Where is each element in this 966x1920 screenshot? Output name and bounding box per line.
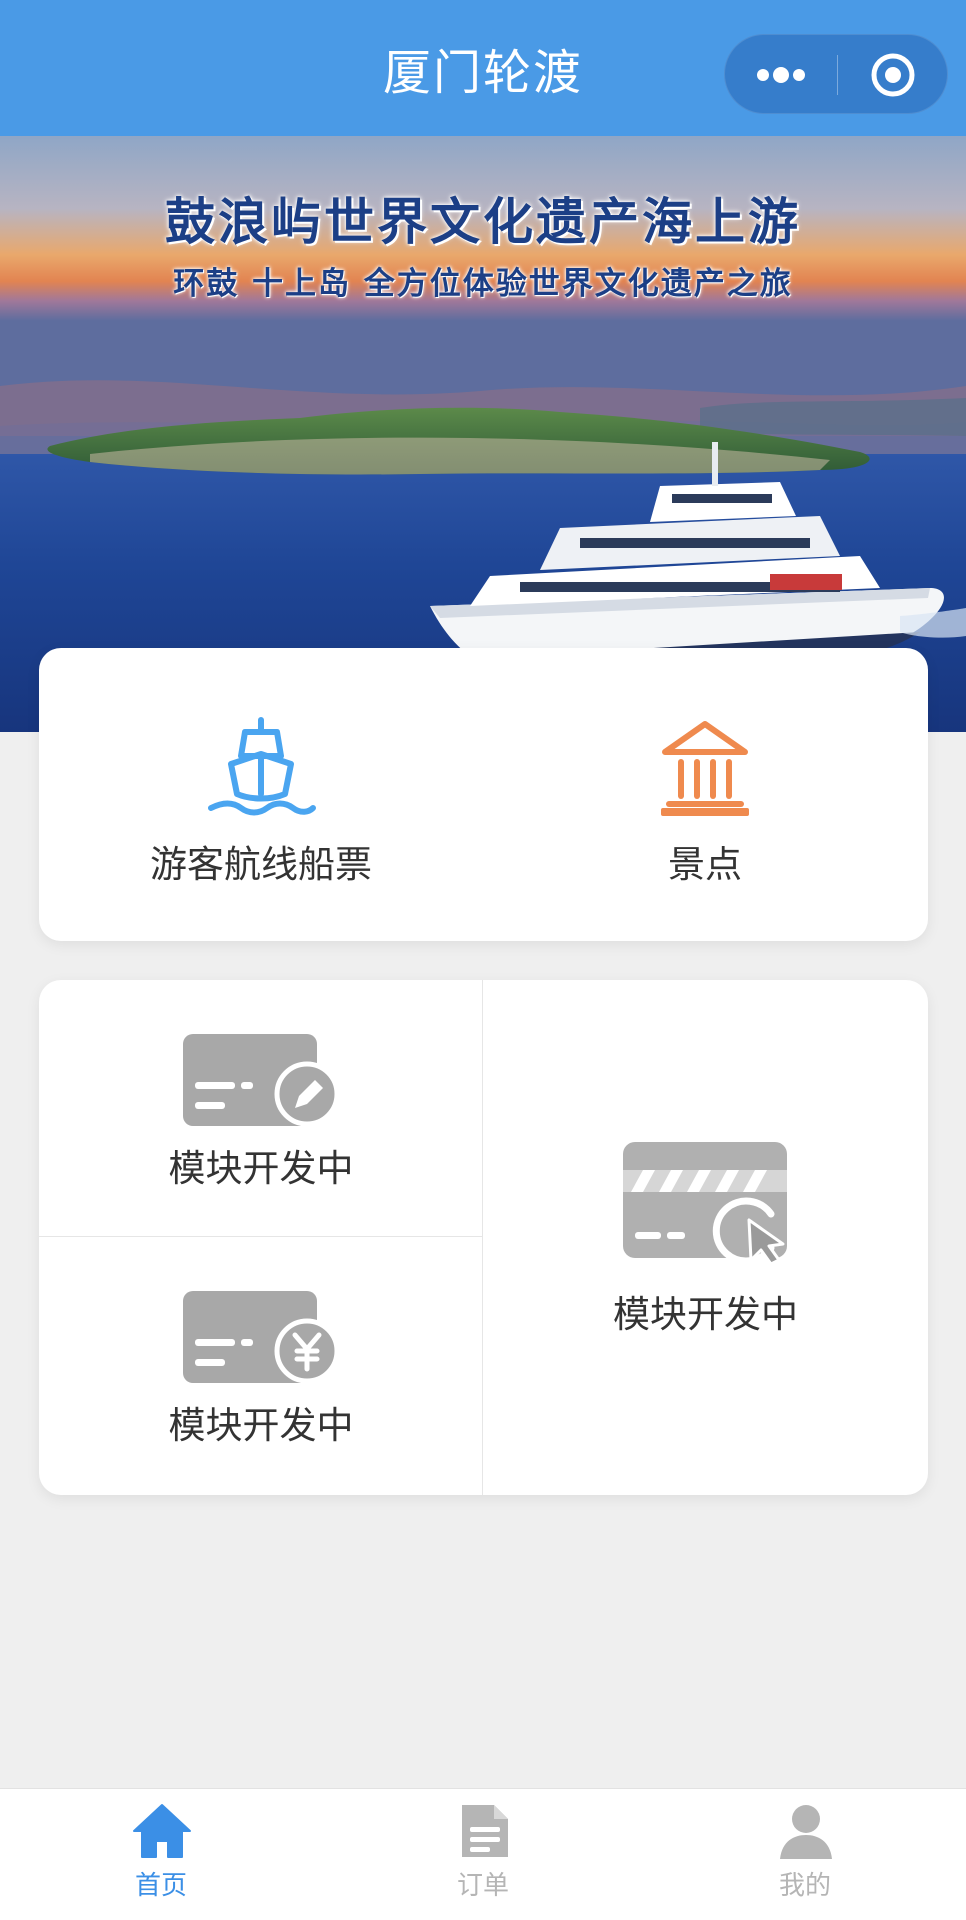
promo-banner[interactable]: 鼓浪屿世界文化遗产海上游 环鼓 十上岛 全方位体验世界文化遗产之旅 xyxy=(0,136,966,732)
module-label: 模块开发中 xyxy=(168,1147,354,1190)
tab-orders[interactable]: 订单 xyxy=(322,1789,644,1920)
modules-card: 模块开发中 模块开发中 模块开发中 xyxy=(39,980,928,1495)
module-placeholder-3[interactable]: 模块开发中 xyxy=(483,980,928,1495)
museum-icon xyxy=(661,721,749,816)
scenic-spot-label: 景点 xyxy=(668,843,742,886)
banner-subtitle: 环鼓 十上岛 全方位体验世界文化遗产之旅 xyxy=(173,266,793,302)
module-placeholder-1[interactable]: 模块开发中 xyxy=(39,980,483,1237)
mini-program-capsule xyxy=(724,34,948,114)
ferry-ticket-entry[interactable]: 游客航线船票 xyxy=(39,648,483,941)
more-dots-icon xyxy=(757,67,805,83)
module-label: 模块开发中 xyxy=(168,1404,354,1447)
tab-mine[interactable]: 我的 xyxy=(644,1789,966,1920)
card-click-icon xyxy=(623,1142,787,1266)
document-icon xyxy=(462,1805,508,1857)
tab-label: 我的 xyxy=(778,1871,831,1901)
more-button[interactable] xyxy=(725,35,837,115)
tab-label: 首页 xyxy=(134,1871,187,1901)
tab-home[interactable]: 首页 xyxy=(0,1789,322,1920)
card-edit-icon xyxy=(183,1034,340,1127)
main-entries-card: 游客航线船票 景点 xyxy=(39,648,928,941)
target-circle-icon xyxy=(871,53,915,97)
module-label: 模块开发中 xyxy=(613,1293,798,1336)
ferry-ticket-label: 游客航线船票 xyxy=(150,843,372,886)
tab-label: 订单 xyxy=(456,1871,509,1901)
banner-title: 鼓浪屿世界文化遗产海上游 xyxy=(165,193,801,251)
scenic-spot-entry[interactable]: 景点 xyxy=(483,648,927,941)
nav-bar: 厦门轮渡 xyxy=(0,0,966,136)
user-icon xyxy=(780,1805,832,1859)
ship-icon xyxy=(208,717,316,816)
module-placeholder-2[interactable]: 模块开发中 xyxy=(39,1237,483,1495)
close-button[interactable] xyxy=(837,35,949,115)
card-yuan-icon xyxy=(183,1291,340,1384)
tab-bar: 首页 订单 我的 xyxy=(0,1788,966,1920)
home-icon xyxy=(133,1804,191,1858)
